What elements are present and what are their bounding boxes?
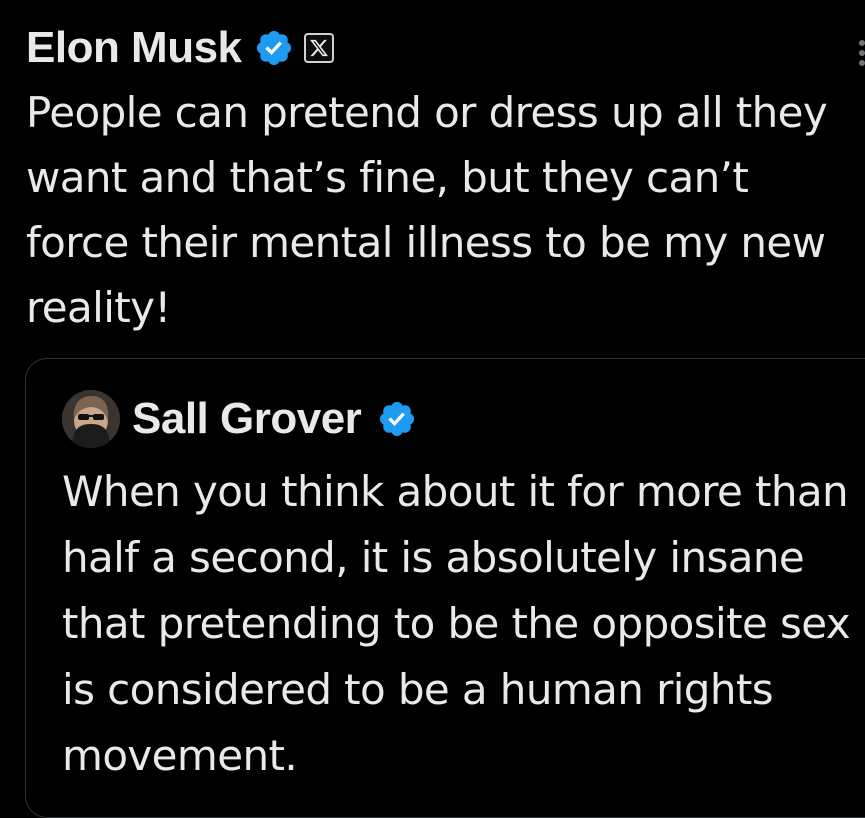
author-name[interactable]: Elon Musk xyxy=(26,23,242,73)
quoted-tweet[interactable]: Sall Grover When you think about it for … xyxy=(25,358,865,818)
tweet[interactable]: Elon Musk People can pretend or dress up… xyxy=(0,0,865,818)
verified-badge-icon[interactable] xyxy=(254,28,294,68)
more-options-icon[interactable] xyxy=(855,40,865,68)
quoted-tweet-text: When you think about it for more than ha… xyxy=(62,467,851,780)
verified-badge-icon[interactable] xyxy=(377,399,417,439)
x-logo-icon[interactable] xyxy=(303,33,334,63)
quoted-author-name[interactable]: Sall Grover xyxy=(132,394,362,444)
tweet-header: Elon Musk xyxy=(26,22,334,74)
tweet-text: People can pretend or dress up all they … xyxy=(26,88,828,332)
quoted-tweet-header: Sall Grover xyxy=(62,390,417,448)
avatar[interactable] xyxy=(62,390,120,448)
